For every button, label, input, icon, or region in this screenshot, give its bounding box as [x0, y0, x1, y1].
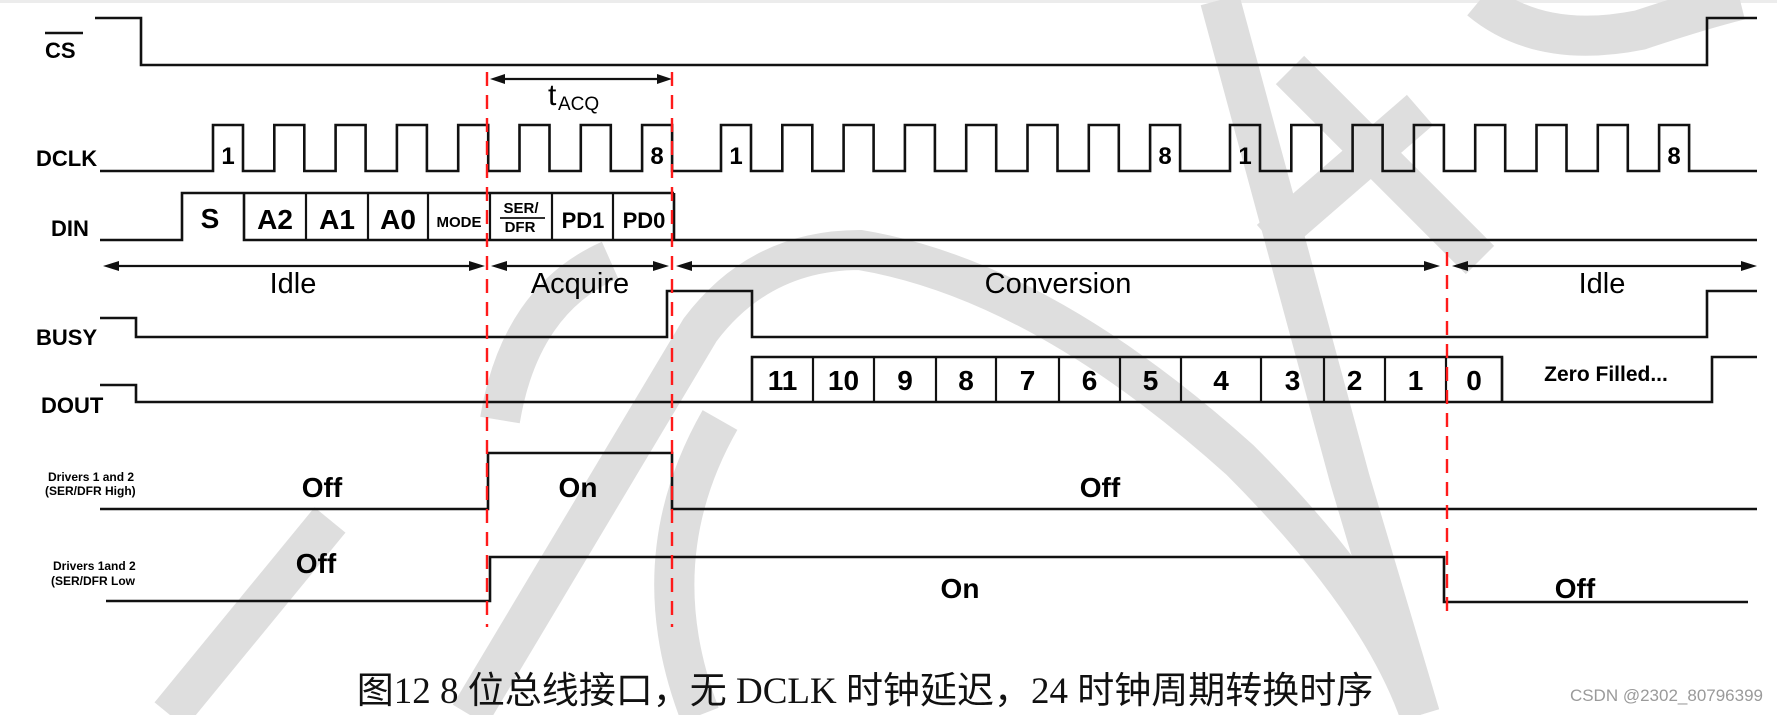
din-cell-s: S	[201, 203, 220, 234]
phase-label-acquire: Acquire	[531, 268, 629, 300]
dout-bit-5: 5	[1143, 365, 1159, 396]
arrowhead-left	[676, 261, 692, 271]
drivers-high-label-line2: (SER/DFR High)	[45, 484, 136, 498]
drivers-high-state-during: On	[559, 472, 598, 503]
drivers-low-waveform	[106, 555, 1748, 604]
phase-label-conversion: Conversion	[985, 268, 1132, 300]
dout-bit-10: 10	[828, 365, 859, 396]
drivers-low-state-before: Off	[296, 548, 337, 579]
dout-bit-1: 1	[1408, 365, 1424, 396]
t-acq-arrowhead-left	[490, 74, 505, 84]
drivers-high-state-before: Off	[302, 472, 343, 503]
drivers-low-label-line1: Drivers 1and 2	[53, 559, 136, 573]
arrowhead-right	[1741, 261, 1757, 271]
dout-trace	[100, 355, 1757, 404]
dout-bit-2: 2	[1347, 365, 1363, 396]
t-acq-label: t	[548, 79, 557, 112]
dout-waveform: 11 10 9 8 7 6 5 4 3 2 1 0 Zero Filled...	[100, 355, 1757, 404]
din-cell-a1: A1	[319, 204, 355, 235]
t-acq-marker: t ACQ	[490, 74, 672, 115]
din-cell-pd1: PD1	[562, 208, 605, 233]
din-waveform: S A2 A1 A0 MODE SER/ DFR PD1 PD0	[100, 191, 1757, 242]
dout-bit-9: 9	[897, 365, 913, 396]
phase-label-idle-end: Idle	[1579, 268, 1626, 300]
dclk-pulse-label-last: 8	[1158, 143, 1171, 170]
dclk-pulse-label-first: 1	[221, 143, 234, 170]
din-cell-a2: A2	[257, 204, 293, 235]
dout-label: DOUT	[41, 393, 104, 418]
dout-bit-7: 7	[1020, 365, 1036, 396]
arrowhead-left	[491, 261, 507, 271]
arrowhead-right	[653, 261, 669, 271]
din-cell-ser: SER/	[503, 200, 539, 217]
dout-bit-0: 0	[1466, 365, 1482, 396]
dclk-waveform	[100, 123, 1757, 173]
dout-bit-11: 11	[768, 365, 798, 396]
timing-diagram: CS DCLK DIN BUSY DOUT Drivers 1 and 2 (S…	[36, 0, 1757, 715]
arrowhead-right	[1424, 261, 1440, 271]
dout-bit-4: 4	[1213, 365, 1229, 396]
busy-waveform	[100, 289, 1757, 339]
dclk-pulse-labels: 1 8 1 8 1 8	[221, 143, 1680, 170]
drivers-low-label-line2: (SER/DFR Low	[51, 574, 136, 588]
drivers-low-state-after: Off	[1555, 573, 1596, 604]
din-cell-pd0: PD0	[623, 208, 666, 233]
signal-labels: CS DCLK DIN BUSY DOUT Drivers 1 and 2 (S…	[36, 31, 136, 588]
dclk-pulse-label-last: 8	[1667, 143, 1680, 170]
drivers-low-state-during: On	[941, 573, 980, 604]
din-cell-a0: A0	[380, 204, 416, 235]
arrowhead-right	[469, 261, 485, 271]
csdn-watermark: CSDN @2302_80796399	[1569, 686, 1763, 705]
dout-bit-6: 6	[1082, 365, 1098, 396]
dclk-pulse-label-first: 1	[729, 143, 742, 170]
drivers-high-state-after: Off	[1080, 472, 1121, 503]
phase-label-idle-start: Idle	[270, 268, 317, 300]
arrowhead-left	[103, 261, 119, 271]
dout-zero-filled: Zero Filled...	[1544, 363, 1668, 386]
dout-bit-3: 3	[1285, 365, 1301, 396]
dclk-pulse-label-first: 1	[1238, 143, 1251, 170]
din-cell-mode: MODE	[437, 214, 482, 231]
drivers-high-label-line1: Drivers 1 and 2	[48, 470, 134, 484]
din-label: DIN	[51, 216, 89, 241]
t-acq-arrowhead-right	[657, 74, 672, 84]
dout-bit-8: 8	[958, 365, 974, 396]
dclk-label: DCLK	[36, 146, 97, 171]
din-cell-dfr: DFR	[505, 219, 536, 236]
t-acq-subscript: ACQ	[558, 94, 599, 115]
drivers-high-waveform	[100, 451, 1757, 511]
cs-label: CS	[45, 38, 76, 63]
figure-caption: 图12 8 位总线接口，无 DCLK 时钟延迟，24 时钟周期转换时序	[356, 671, 1374, 712]
busy-label: BUSY	[36, 325, 97, 350]
dclk-pulse-label-last: 8	[650, 143, 663, 170]
